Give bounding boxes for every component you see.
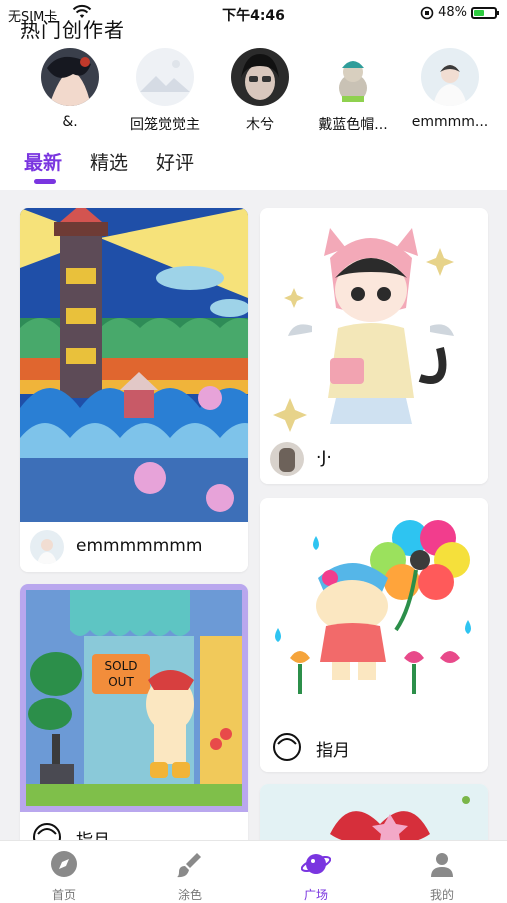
creator-item[interactable]: &. xyxy=(20,48,120,130)
author-name: 指月 xyxy=(316,741,350,761)
artwork-image xyxy=(260,498,488,722)
nav-square[interactable]: 广场 xyxy=(276,849,356,903)
avatar[interactable] xyxy=(421,48,479,106)
planet-icon xyxy=(300,854,332,874)
artwork-feed[interactable]: emmmmmmm ·J· SOLD OUT 指月 xyxy=(0,190,507,840)
card-meta[interactable]: emmmmmmm xyxy=(20,522,248,572)
creator-name: 木兮 xyxy=(246,117,274,133)
creator-item[interactable]: 戴蓝色帽... xyxy=(303,48,403,134)
artwork-image xyxy=(20,208,248,522)
avatar[interactable] xyxy=(324,48,382,106)
artwork-card[interactable]: emmmmmmm xyxy=(20,208,248,572)
bottom-nav: 首页 涂色 广场 我的 xyxy=(0,840,507,903)
orientation-lock-icon xyxy=(420,6,434,19)
paint-brush-icon xyxy=(177,853,201,878)
creator-name: 回笼觉觉主 xyxy=(130,117,200,133)
creators-row: &. 回笼觉觉主 木兮 戴蓝色帽... emmmm... xyxy=(0,48,507,138)
creator-item[interactable]: 回笼觉觉主 xyxy=(115,48,215,134)
user-icon xyxy=(431,853,453,877)
creator-item[interactable]: emmmm... xyxy=(400,48,500,130)
section-title: 热门创作者 xyxy=(20,18,125,42)
author-name: 指月 xyxy=(76,826,110,840)
nav-label: 我的 xyxy=(429,888,454,902)
creator-name: &. xyxy=(62,114,78,130)
artwork-image xyxy=(260,208,488,434)
creator-name: emmmm... xyxy=(411,114,489,130)
tab-latest[interactable]: 最新 xyxy=(24,148,62,175)
creator-item[interactable]: 木兮 xyxy=(210,48,310,134)
author-avatar[interactable] xyxy=(30,530,64,564)
artwork-image xyxy=(260,784,488,840)
avatar[interactable] xyxy=(231,48,289,106)
tab-featured[interactable]: 精选 xyxy=(90,148,128,175)
battery-icon xyxy=(471,6,499,19)
artwork-card[interactable] xyxy=(260,784,488,840)
battery-level-fill xyxy=(474,9,484,16)
avatar[interactable] xyxy=(136,48,194,106)
compass-icon xyxy=(51,851,77,877)
author-avatar[interactable] xyxy=(270,442,304,476)
nav-label: 涂色 xyxy=(177,888,202,902)
nav-coloring[interactable]: 涂色 xyxy=(150,849,230,903)
nav-label: 广场 xyxy=(303,888,328,902)
artwork-card[interactable]: ·J· xyxy=(260,208,488,484)
artwork-card[interactable]: SOLD OUT 指月 xyxy=(20,584,248,840)
author-name: ·J· xyxy=(316,448,332,468)
avatar[interactable] xyxy=(41,48,99,106)
author-avatar[interactable] xyxy=(30,820,64,840)
nav-home[interactable]: 首页 xyxy=(24,849,104,903)
card-meta[interactable]: ·J· xyxy=(260,434,488,484)
artwork-image: SOLD OUT xyxy=(20,584,248,812)
author-avatar[interactable] xyxy=(270,730,304,764)
nav-label: 首页 xyxy=(51,888,76,902)
battery-percent: 48% xyxy=(438,5,467,20)
nav-profile[interactable]: 我的 xyxy=(402,849,482,903)
card-meta[interactable]: 指月 xyxy=(260,722,488,772)
card-meta[interactable]: 指月 xyxy=(20,812,248,840)
author-name: emmmmmmm xyxy=(76,536,203,556)
svg-text:SOLD: SOLD xyxy=(105,659,138,673)
artwork-card[interactable]: 指月 xyxy=(260,498,488,772)
tab-top-rated[interactable]: 好评 xyxy=(156,148,194,175)
tab-indicator xyxy=(34,179,56,184)
creator-name: 戴蓝色帽... xyxy=(318,117,388,133)
svg-text:OUT: OUT xyxy=(108,675,134,689)
